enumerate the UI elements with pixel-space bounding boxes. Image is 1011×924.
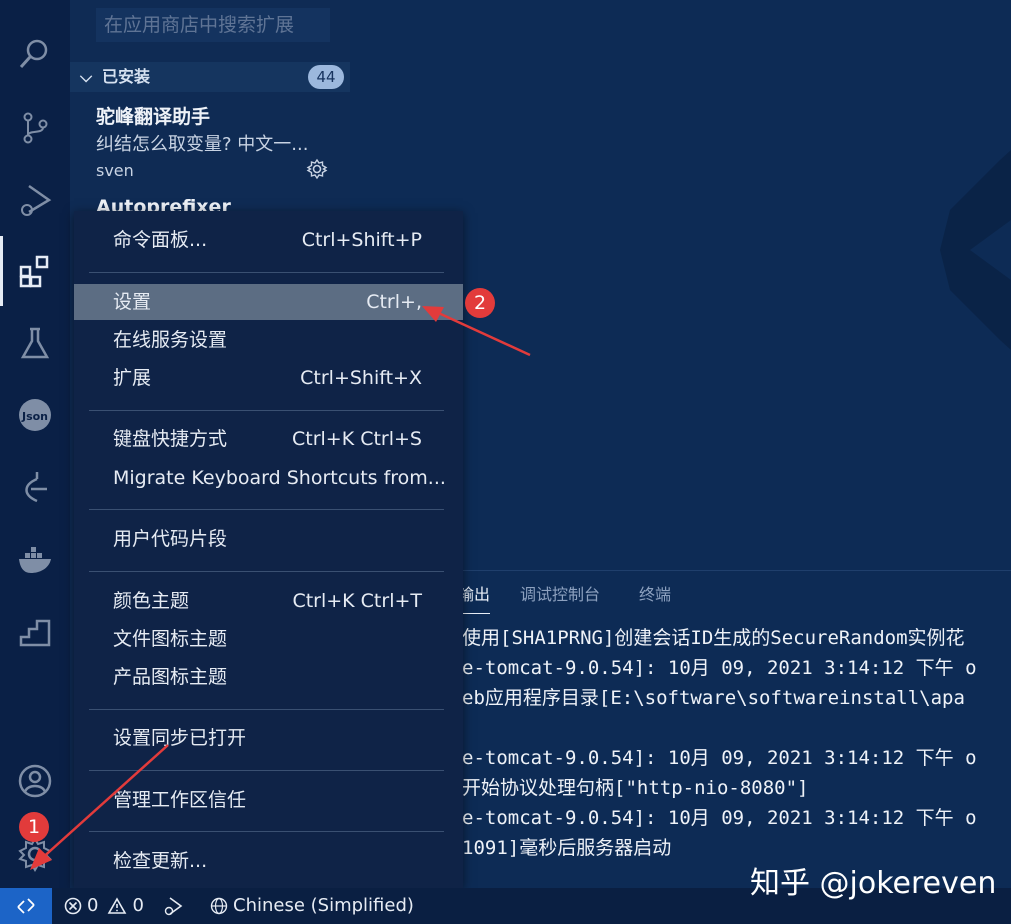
manage-context-menu: 命令面板... Ctrl+Shift+P 设置 Ctrl+, 在线服务设置 扩展…: [74, 211, 463, 888]
language-label: Chinese (Simplified): [233, 895, 414, 916]
menu-item-online-services[interactable]: 在线服务设置: [74, 322, 463, 358]
menu-separator: [89, 509, 444, 510]
language-status[interactable]: Chinese (Simplified): [210, 888, 414, 924]
search-icon[interactable]: [0, 30, 70, 78]
vscode-logo-watermark: [940, 150, 1011, 350]
log-line: 使用[SHA1PRNG]创建会话ID生成的SecureRandom实例花: [462, 627, 965, 649]
globe-icon: [210, 897, 228, 915]
installed-section-header[interactable]: ⌵ 已安装 44: [70, 62, 350, 92]
menu-item-extensions[interactable]: 扩展 Ctrl+Shift+X: [74, 360, 463, 396]
menu-separator: [89, 571, 444, 572]
step-2-badge: 2: [465, 288, 495, 318]
warning-count: 0: [132, 895, 144, 916]
docker-icon[interactable]: [0, 535, 70, 583]
menu-item-user-snippets[interactable]: 用户代码片段: [74, 521, 463, 557]
menu-item-product-icon-theme[interactable]: 产品图标主题: [74, 659, 463, 695]
menu-item-keyboard-shortcuts[interactable]: 键盘快捷方式 Ctrl+K Ctrl+S: [74, 421, 463, 457]
error-icon: [64, 897, 82, 915]
installed-count-badge: 44: [308, 65, 344, 89]
testing-icon[interactable]: [0, 319, 70, 367]
activity-bar: Json: [0, 0, 70, 888]
tab-debug-console[interactable]: 调试控制台: [520, 581, 600, 605]
menu-separator: [89, 709, 444, 710]
tab-terminal[interactable]: 终端: [639, 581, 671, 605]
remote-indicator-button[interactable]: [0, 888, 52, 924]
account-icon[interactable]: [0, 757, 70, 805]
json-icon[interactable]: Json: [0, 391, 70, 439]
menu-item-settings[interactable]: 设置 Ctrl+,: [74, 284, 463, 320]
zhihu-watermark: 知乎 @jokereven: [750, 866, 997, 901]
menu-item-migrate-shortcuts[interactable]: Migrate Keyboard Shortcuts from...: [74, 460, 463, 496]
step-1-badge: 1: [19, 812, 49, 842]
warning-icon: [108, 897, 127, 914]
remote-icon: [17, 898, 35, 914]
log-line: e-tomcat-9.0.54]: 10月 09, 2021 3:14:12 下…: [462, 807, 977, 829]
run-debug-icon[interactable]: [0, 176, 70, 224]
extension-name[interactable]: 驼峰翻译助手: [96, 102, 210, 129]
log-line: e-tomcat-9.0.54]: 10月 09, 2021 3:14:12 下…: [462, 747, 977, 769]
menu-separator: [89, 831, 444, 832]
explorer-icon[interactable]: [0, 0, 70, 30]
menu-item-color-theme[interactable]: 颜色主题 Ctrl+K Ctrl+T: [74, 583, 463, 619]
active-indicator: [0, 236, 3, 306]
extension-description: 纠结怎么取变量? 中文一...: [96, 134, 309, 155]
log-line: eb应用程序目录[E:\software\softwareinstall\apa: [462, 687, 965, 709]
log-line: 开始协议处理句柄["http-nio-8080"]: [462, 777, 809, 799]
extension-author: sven: [96, 161, 134, 180]
log-line: 1091]毫秒后服务器启动: [462, 837, 672, 859]
menu-item-settings-sync[interactable]: 设置同步已打开: [74, 720, 463, 756]
chevron-down-icon: ⌵: [80, 67, 93, 86]
run-debug-status-icon: [164, 897, 183, 916]
extension-search-input[interactable]: 在应用商店中搜索扩展: [96, 8, 330, 42]
source-control-icon[interactable]: [0, 104, 70, 152]
log-line: e-tomcat-9.0.54]: 10月 09, 2021 3:14:12 下…: [462, 657, 977, 679]
extensions-icon[interactable]: [0, 247, 70, 295]
menu-separator: [89, 272, 444, 273]
menu-separator: [89, 410, 444, 411]
problems-status[interactable]: 0 0: [64, 888, 144, 924]
error-count: 0: [87, 895, 99, 916]
menu-item-file-icon-theme[interactable]: 文件图标主题: [74, 621, 463, 657]
menu-separator: [89, 770, 444, 771]
menu-item-workspace-trust[interactable]: 管理工作区信任: [74, 782, 463, 818]
menu-item-check-updates[interactable]: 检查更新...: [74, 843, 463, 879]
section-title: 已安装: [102, 67, 151, 86]
menu-item-command-palette[interactable]: 命令面板... Ctrl+Shift+P: [74, 222, 463, 258]
debug-status-button[interactable]: [162, 888, 184, 924]
git-graph-icon[interactable]: [0, 463, 70, 511]
stairs-icon[interactable]: [0, 607, 70, 655]
svg-text:Json: Json: [21, 410, 48, 423]
extension-gear-icon[interactable]: [306, 158, 328, 180]
